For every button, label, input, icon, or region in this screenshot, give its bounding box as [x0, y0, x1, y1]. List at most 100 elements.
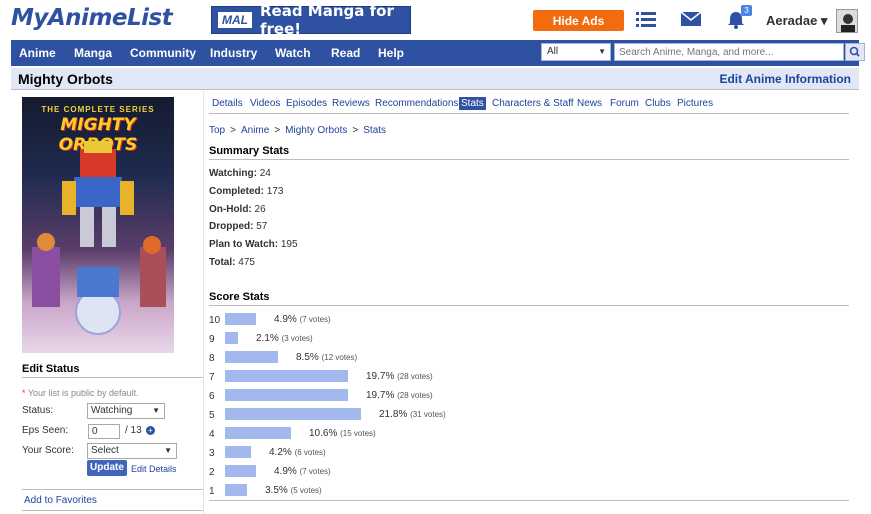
stat-label: Total:	[209, 257, 236, 268]
breadcrumb-title[interactable]: Mighty Orbots	[285, 125, 347, 136]
tab-characters-staff[interactable]: Characters & Staff	[492, 98, 574, 109]
your-score-label: Your Score:	[22, 445, 74, 456]
stat-label: On-Hold:	[209, 204, 252, 215]
score-bar	[225, 313, 256, 325]
nav-watch[interactable]: Watch	[275, 40, 311, 66]
score-bar	[225, 427, 291, 439]
breadcrumb-stats[interactable]: Stats	[363, 125, 386, 136]
mail-icon[interactable]	[680, 10, 703, 30]
hide-ads-button[interactable]: Hide Ads	[533, 10, 624, 31]
score-bar	[225, 446, 251, 458]
stat-dropped: Dropped: 57	[209, 221, 267, 232]
status-select-value: Watching	[91, 405, 133, 416]
score-value: 2	[209, 467, 215, 478]
increment-eps-icon[interactable]: +	[146, 426, 155, 435]
edit-anime-info-link[interactable]: Edit Anime Information	[719, 72, 851, 86]
add-to-favorites-link[interactable]: Add to Favorites	[24, 495, 97, 506]
nav-read[interactable]: Read	[331, 40, 360, 66]
score-select-value: Select	[91, 445, 119, 456]
score-percentage: 4.9% (7 votes)	[274, 466, 331, 477]
score-value: 9	[209, 334, 215, 345]
main-nav: Anime Manga Community Industry Watch Rea…	[11, 40, 865, 66]
list-icon[interactable]	[636, 10, 658, 30]
nav-anime[interactable]: Anime	[19, 40, 56, 66]
score-value: 1	[209, 486, 215, 497]
score-select[interactable]: Select ▼	[87, 443, 177, 459]
stat-value: 475	[238, 257, 255, 268]
score-pct-text: 4.9%	[274, 314, 297, 325]
section-divider	[22, 489, 203, 490]
score-row: 8 8.5% (12 votes)	[209, 350, 849, 366]
score-row: 10 4.9% (7 votes)	[209, 312, 849, 328]
public-note-text: Your list is public by default.	[27, 388, 139, 398]
search-button[interactable]	[845, 43, 865, 61]
tab-clubs[interactable]: Clubs	[645, 98, 671, 109]
read-manga-banner[interactable]: MAL Read Manga for free!	[211, 2, 411, 38]
score-pct-text: 3.5%	[265, 485, 288, 496]
tab-forum[interactable]: Forum	[610, 98, 639, 109]
score-bar	[225, 465, 256, 477]
tab-episodes[interactable]: Episodes	[286, 98, 327, 109]
breadcrumb-top[interactable]: Top	[209, 125, 225, 136]
eps-seen-input[interactable]: 0	[88, 424, 120, 439]
stat-completed: Completed: 173	[209, 186, 283, 197]
stat-label: Completed:	[209, 186, 264, 197]
avatar[interactable]	[836, 9, 858, 33]
stat-watching: Watching: 24	[209, 168, 271, 179]
stat-value: 26	[254, 204, 266, 215]
section-divider	[22, 510, 203, 511]
score-value: 8	[209, 353, 215, 364]
user-menu[interactable]: Aeradae ▾	[766, 13, 827, 29]
score-row: 5 21.8% (31 votes)	[209, 407, 849, 423]
score-votes: (12 votes)	[321, 353, 358, 362]
score-pct-text: 2.1%	[256, 333, 279, 344]
score-percentage: 4.2% (6 votes)	[269, 447, 326, 458]
cover-art	[32, 141, 166, 335]
score-percentage: 4.9% (7 votes)	[274, 314, 331, 325]
site-logo[interactable]: MyAnimeList	[11, 5, 173, 31]
tab-pictures[interactable]: Pictures	[677, 98, 713, 109]
score-value: 5	[209, 410, 215, 421]
edit-details-link[interactable]: Edit Details	[131, 464, 177, 474]
chevron-down-icon: ▼	[164, 446, 172, 455]
status-label: Status:	[22, 405, 54, 416]
banner-text: Read Manga for free!	[260, 2, 394, 38]
search-input[interactable]	[614, 43, 844, 61]
nav-community[interactable]: Community	[130, 40, 196, 66]
tab-recommendations[interactable]: Recommendations	[375, 98, 458, 109]
score-votes: (15 votes)	[340, 429, 376, 438]
score-row: 6 19.7% (28 votes)	[209, 388, 849, 404]
score-percentage: 19.7% (28 votes)	[366, 371, 433, 382]
status-select[interactable]: Watching ▼	[87, 403, 165, 419]
chevron-down-icon: ▼	[598, 47, 606, 56]
stat-label: Watching:	[209, 168, 257, 179]
score-bar	[225, 370, 348, 382]
tab-stats[interactable]: Stats	[459, 97, 486, 110]
score-votes: (28 votes)	[397, 391, 433, 400]
score-pct-text: 21.8%	[379, 409, 408, 420]
breadcrumb-anime[interactable]: Anime	[241, 125, 269, 136]
tab-videos[interactable]: Videos	[250, 98, 280, 109]
update-button[interactable]: Update	[87, 460, 127, 476]
tab-details[interactable]: Details	[212, 98, 243, 109]
stat-value: 24	[259, 168, 271, 179]
cover-image[interactable]: THE COMPLETE SERIES MIGHTY ORBOTS	[22, 97, 174, 353]
nav-help[interactable]: Help	[378, 40, 404, 66]
stat-value: 173	[266, 186, 284, 197]
tab-reviews[interactable]: Reviews	[332, 98, 370, 109]
tab-news[interactable]: News	[577, 98, 602, 109]
score-stats-heading: Score Stats	[209, 291, 270, 303]
stat-label: Plan to Watch:	[209, 239, 279, 250]
search-icon	[849, 46, 860, 57]
score-row: 4 10.6% (15 votes)	[209, 426, 849, 442]
search-scope-select[interactable]: All ▼	[541, 43, 611, 61]
stat-value: 195	[280, 239, 298, 250]
summary-stats-heading: Summary Stats	[209, 145, 290, 157]
nav-manga[interactable]: Manga	[74, 40, 112, 66]
score-row: 1 3.5% (5 votes)	[209, 483, 849, 499]
score-row: 3 4.2% (6 votes)	[209, 445, 849, 461]
nav-industry[interactable]: Industry	[210, 40, 257, 66]
score-row: 2 4.9% (7 votes)	[209, 464, 849, 480]
site-header: MyAnimeList MAL Read Manga for free! Hid…	[0, 0, 871, 40]
score-pct-text: 19.7%	[366, 371, 395, 382]
